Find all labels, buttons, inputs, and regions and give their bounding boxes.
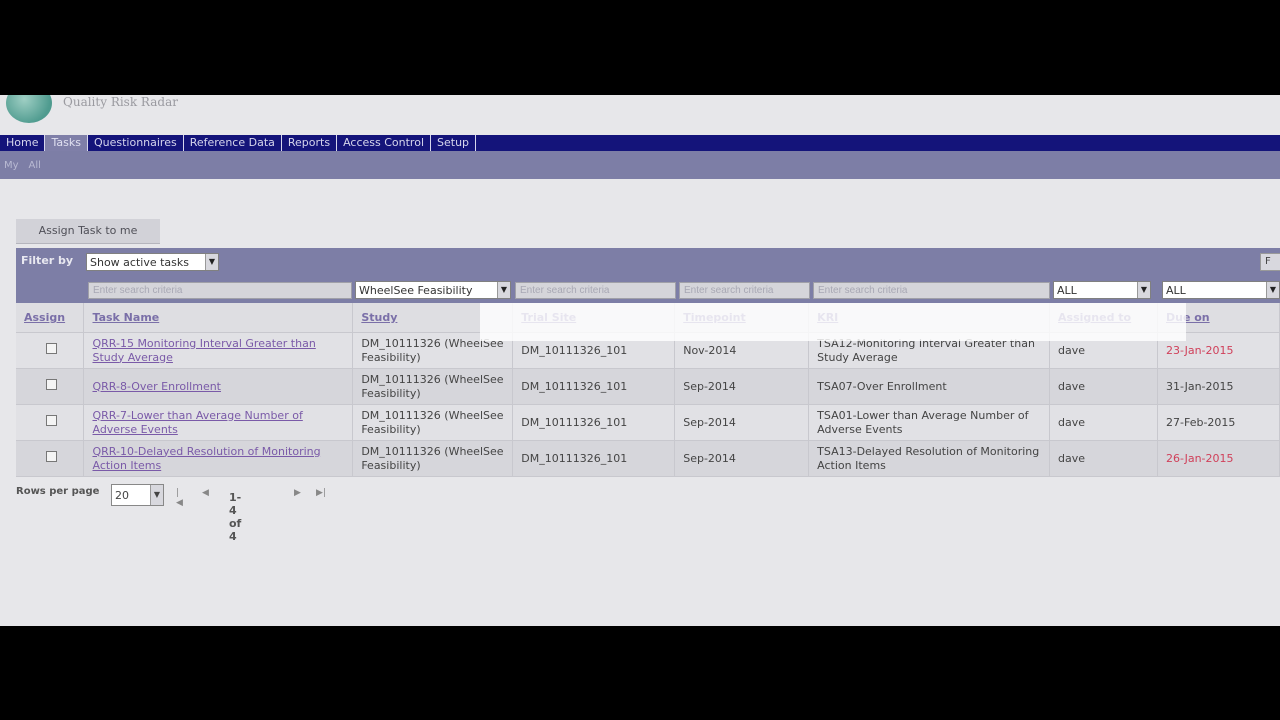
assigned-to-cell: dave (1049, 404, 1158, 441)
timepoint-cell: Sep-2014 (674, 368, 810, 405)
column-header-trial-site[interactable]: Trial Site (512, 303, 676, 333)
due-on-cell: 31-Jan-2015 (1157, 368, 1280, 405)
nav-access-control[interactable]: Access Control (337, 135, 431, 151)
assign-cell (16, 332, 85, 369)
trial-site-cell: DM_10111326_101 (512, 368, 676, 405)
column-header-task-name[interactable]: Task Name (83, 303, 354, 333)
chevron-down-icon: ▼ (1266, 282, 1279, 298)
task-name-cell: QRR-15 Monitoring Interval Greater than … (83, 332, 354, 369)
task-link[interactable]: QRR-8-Over Enrollment (92, 380, 221, 393)
header: Quality Risk Radar (0, 95, 1280, 135)
filter-label: Filter by (21, 254, 74, 267)
column-search-row: WheelSee Feasibility ▼ ALL ▼ ALL ▼ (16, 276, 1280, 303)
chevron-down-icon: ▼ (497, 282, 510, 298)
app-logo (6, 95, 52, 123)
filter-button[interactable]: F (1260, 253, 1280, 271)
main-nav: Home Tasks Questionnaires Reference Data… (0, 135, 1280, 151)
assign-checkbox[interactable] (46, 379, 58, 390)
timepoint-cell: Sep-2014 (674, 440, 810, 477)
chevron-down-icon: ▼ (150, 485, 163, 505)
subnav-all[interactable]: All (25, 151, 47, 179)
study-select-value: WheelSee Feasibility (359, 284, 473, 297)
kri-search-input[interactable] (813, 282, 1050, 299)
task-link[interactable]: QRR-10-Delayed Resolution of Monitoring … (92, 445, 320, 472)
task-name-search-input[interactable] (88, 282, 352, 299)
table-row: QRR-15 Monitoring Interval Greater than … (16, 332, 1280, 369)
filter-select[interactable]: Show active tasks ▼ (86, 253, 219, 271)
task-link[interactable]: QRR-15 Monitoring Interval Greater than … (92, 337, 315, 364)
column-header-kri[interactable]: KRI (808, 303, 1051, 333)
assign-checkbox[interactable] (46, 451, 58, 462)
table-row: QRR-7-Lower than Average Number of Adver… (16, 404, 1280, 441)
table-header-row: Assign Task Name Study Trial Site Timepo… (16, 303, 1280, 333)
next-page-icon[interactable]: ▶ (294, 488, 301, 498)
due-on-cell: 27-Feb-2015 (1157, 404, 1280, 441)
kri-cell: TSA07-Over Enrollment (808, 368, 1051, 405)
study-cell: DM_10111326 (WheelSee Feasibility) (352, 404, 514, 441)
nav-setup[interactable]: Setup (431, 135, 477, 151)
task-link[interactable]: QRR-7-Lower than Average Number of Adver… (92, 409, 302, 436)
prev-page-icon[interactable]: ◀ (202, 488, 209, 498)
assigned-to-select[interactable]: ALL ▼ (1053, 281, 1151, 299)
assign-cell (16, 368, 85, 405)
timepoint-cell: Sep-2014 (674, 404, 810, 441)
assign-cell (16, 404, 85, 441)
task-name-cell: QRR-8-Over Enrollment (83, 368, 354, 405)
kri-cell: TSA12-Monitoring Interval Greater than S… (808, 332, 1051, 369)
trial-site-cell: DM_10111326_101 (512, 332, 676, 369)
kri-cell: TSA13-Delayed Resolution of Monitoring A… (808, 440, 1051, 477)
assigned-to-select-value: ALL (1057, 284, 1077, 297)
column-header-due-on[interactable]: Due on (1157, 303, 1280, 333)
column-header-study[interactable]: Study (352, 303, 514, 333)
column-header-timepoint[interactable]: Timepoint (674, 303, 810, 333)
assigned-to-cell: dave (1049, 368, 1158, 405)
due-on-select-value: ALL (1166, 284, 1186, 297)
chevron-down-icon: ▼ (1137, 282, 1150, 298)
rows-per-page-select[interactable]: 20 ▼ (111, 484, 164, 506)
table-row: QRR-10-Delayed Resolution of Monitoring … (16, 440, 1280, 477)
study-select[interactable]: WheelSee Feasibility ▼ (355, 281, 511, 299)
assigned-to-cell: dave (1049, 440, 1158, 477)
nav-reports[interactable]: Reports (282, 135, 338, 151)
table-row: QRR-8-Over Enrollment DM_10111326 (Wheel… (16, 368, 1280, 405)
nav-reference-data[interactable]: Reference Data (184, 135, 282, 151)
assign-checkbox[interactable] (46, 343, 58, 354)
subnav-my[interactable]: My (0, 151, 25, 179)
assign-task-button[interactable]: Assign Task to me (16, 219, 160, 244)
assign-checkbox[interactable] (46, 415, 58, 426)
column-header-assigned-to[interactable]: Assigned to (1049, 303, 1158, 333)
page-info: 1-4 of 4 (229, 491, 242, 543)
task-name-cell: QRR-7-Lower than Average Number of Adver… (83, 404, 354, 441)
column-header-assign[interactable]: Assign (16, 303, 85, 333)
last-page-icon[interactable]: ▶| (316, 488, 326, 498)
rows-per-page-value: 20 (115, 489, 129, 502)
trial-site-cell: DM_10111326_101 (512, 440, 676, 477)
timepoint-search-input[interactable] (679, 282, 810, 299)
timepoint-cell: Nov-2014 (674, 332, 810, 369)
nav-questionnaires[interactable]: Questionnaires (88, 135, 184, 151)
assigned-to-cell: dave (1049, 332, 1158, 369)
task-name-cell: QRR-10-Delayed Resolution of Monitoring … (83, 440, 354, 477)
kri-cell: TSA01-Lower than Average Number of Adver… (808, 404, 1051, 441)
nav-home[interactable]: Home (0, 135, 46, 151)
sub-nav: My All (0, 151, 1280, 179)
first-page-icon[interactable]: |◀ (176, 488, 183, 508)
app-window: Quality Risk Radar Home Tasks Questionna… (0, 95, 1280, 626)
due-on-cell: 23-Jan-2015 (1157, 332, 1280, 369)
study-cell: DM_10111326 (WheelSee Feasibility) (352, 332, 514, 369)
nav-tasks[interactable]: Tasks (45, 135, 88, 151)
trial-site-search-input[interactable] (515, 282, 676, 299)
filter-bar: Filter by Show active tasks ▼ F (16, 248, 1280, 276)
rows-per-page-label: Rows per page (16, 486, 100, 497)
study-cell: DM_10111326 (WheelSee Feasibility) (352, 368, 514, 405)
assign-cell (16, 440, 85, 477)
trial-site-cell: DM_10111326_101 (512, 404, 676, 441)
app-title: Quality Risk Radar (63, 95, 178, 109)
filter-select-value: Show active tasks (90, 256, 189, 269)
task-table: Assign Task Name Study Trial Site Timepo… (16, 303, 1280, 477)
chevron-down-icon: ▼ (205, 254, 218, 270)
study-cell: DM_10111326 (WheelSee Feasibility) (352, 440, 514, 477)
due-on-select[interactable]: ALL ▼ (1162, 281, 1280, 299)
due-on-cell: 26-Jan-2015 (1157, 440, 1280, 477)
